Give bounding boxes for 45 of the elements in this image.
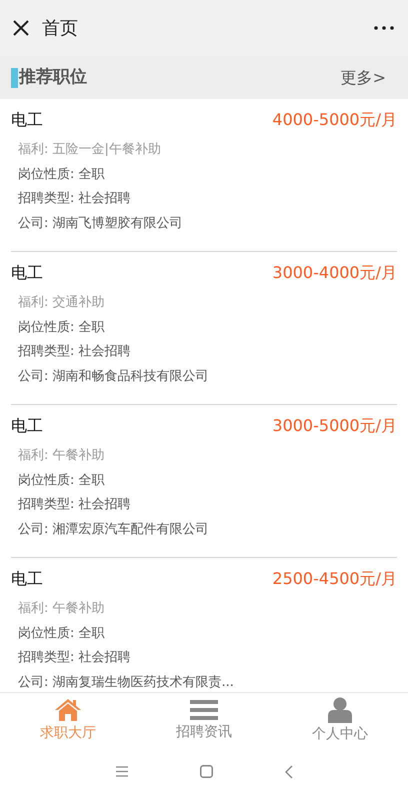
- job-title: 电工: [11, 568, 43, 590]
- tab[interactable]: 招聘资讯: [136, 693, 272, 748]
- more-icon: [374, 26, 394, 30]
- salary: 4000-5000元/月: [272, 109, 397, 131]
- job-card[interactable]: 电工 3000-4000元/月 福利: 交通补助 岗位性质: 全职 招聘类型: 社会招聘 公司: 湖南和畅食品科技有限公司: [11, 252, 397, 405]
- person-icon: [327, 696, 353, 722]
- tab[interactable]: 个人中心: [272, 693, 408, 748]
- page-title: 首页: [42, 16, 78, 40]
- job-nature-text: 岗位性质: 全职: [18, 624, 106, 642]
- job-card[interactable]: 电工 4000-5000元/月 福利: 五险一金|午餐补助 岗位性质: 全职 招聘类型: 社会招聘 公司: 湖南飞博塑胶有限公司: [11, 99, 397, 252]
- recruit-type-text: 招聘类型: 社会招聘: [18, 190, 132, 208]
- menu-icon: [190, 698, 218, 720]
- job-title: 电工: [11, 109, 43, 131]
- salary: 3000-5000元/月: [272, 415, 397, 437]
- benefits-text: 福利: 午餐补助: [18, 600, 106, 618]
- company-text: 公司: 湖南飞博塑胶有限公司: [18, 214, 184, 232]
- recruit-type-text: 招聘类型: 社会招聘: [18, 343, 132, 361]
- chevron-left-icon: [284, 764, 292, 778]
- job-nature-text: 岗位性质: 全职: [18, 318, 106, 336]
- benefits-text: 福利: 午餐补助: [18, 447, 106, 465]
- menu-icon: [116, 766, 128, 777]
- recent-apps-button[interactable]: [116, 766, 128, 777]
- square-icon: [200, 765, 212, 778]
- company-text: 公司: 湖南和畅食品科技有限公司: [18, 368, 210, 386]
- more-link[interactable]: 更多>: [340, 66, 386, 90]
- recruit-type-text: 招聘类型: 社会招聘: [18, 649, 132, 667]
- benefits-text: 福利: 交通补助: [18, 294, 106, 312]
- company-text: 公司: 湘潭宏原汽车配件有限公司: [18, 520, 210, 538]
- home-button[interactable]: [200, 765, 212, 778]
- recruit-type-text: 招聘类型: 社会招聘: [18, 496, 132, 514]
- close-icon: [13, 20, 29, 36]
- job-nature-text: 岗位性质: 全职: [18, 166, 106, 184]
- job-nature-text: 岗位性质: 全职: [18, 472, 106, 490]
- job-title: 电工: [11, 262, 43, 284]
- salary: 3000-4000元/月: [272, 262, 397, 284]
- home-icon: [54, 698, 82, 722]
- accent-bar: [11, 68, 18, 88]
- job-title: 电工: [11, 415, 43, 437]
- back-button[interactable]: [284, 764, 292, 778]
- company-text: 公司: 湖南复瑞生物医药技术有限责...: [18, 674, 235, 692]
- section-title: 推荐职位: [19, 66, 87, 89]
- close-button[interactable]: [12, 19, 30, 37]
- benefits-text: 福利: 五险一金|午餐补助: [18, 141, 162, 159]
- job-card[interactable]: 电工 3000-5000元/月 福利: 午餐补助 岗位性质: 全职 招聘类型: 社会招聘 公司: 湘潭宏原汽车配件有限公司: [11, 405, 397, 558]
- salary: 2500-4500元/月: [272, 568, 397, 590]
